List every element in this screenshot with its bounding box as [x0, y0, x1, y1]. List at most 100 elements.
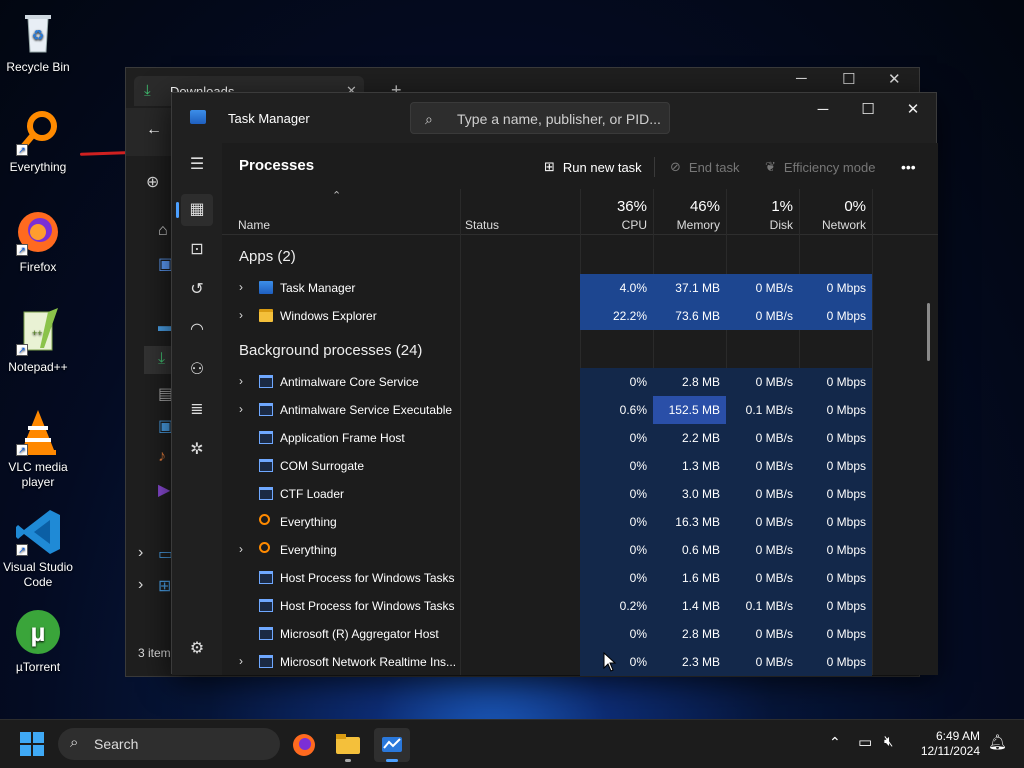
services-icon[interactable]: ✲: [181, 434, 213, 466]
desktop-icon-label: Notepad++: [8, 360, 68, 374]
downloads-folder-icon[interactable]: ⤓: [144, 346, 172, 374]
minimize-icon[interactable]: ─: [796, 70, 807, 87]
process-name: Antimalware Service Executable: [280, 403, 453, 417]
expand-chevron-icon[interactable]: ›: [239, 308, 243, 322]
back-icon[interactable]: ←: [146, 121, 162, 139]
process-row[interactable]: › Task Manager 4.0% 37.1 MB 0 MB/s 0 Mbps: [222, 274, 922, 302]
task-manager-window[interactable]: Task Manager ⌕ Type a name, publisher, o…: [171, 92, 938, 676]
expand-chevron-icon[interactable]: ›: [239, 374, 243, 388]
process-disk: 0 MB/s: [726, 452, 799, 480]
volume-icon[interactable]: 🔇︎: [884, 733, 893, 750]
process-row[interactable]: COM Surrogate 0% 1.3 MB 0 MB/s 0 Mbps: [222, 452, 922, 480]
process-disk: 0.1 MB/s: [726, 396, 799, 424]
desktop-icon-utorrent[interactable]: µ µTorrent: [0, 608, 76, 675]
taskbar-search[interactable]: ⌕ Search: [58, 728, 280, 760]
process-net: 0 Mbps: [799, 302, 872, 330]
clock[interactable]: 6:49 AM 12/11/2024: [910, 729, 980, 759]
end-task-label: End task: [688, 159, 740, 175]
task-manager-icon: [259, 281, 273, 294]
process-row[interactable]: › Everything 0% 0.6 MB 0 MB/s 0 Mbps: [222, 536, 922, 564]
process-row[interactable]: Application Frame Host 0% 2.2 MB 0 MB/s 0 Mb…: [222, 424, 922, 452]
start-button[interactable]: [20, 732, 44, 756]
network-icon[interactable]: ⊞: [158, 576, 171, 596]
expand-this-pc-icon[interactable]: ›: [138, 544, 143, 562]
cpu-column-label: CPU: [621, 218, 647, 232]
name-column-header[interactable]: Name: [222, 189, 460, 235]
end-task-button[interactable]: ⊘ End task: [670, 159, 740, 175]
everything-icon: ↗: [14, 108, 62, 156]
process-row[interactable]: Host Process for Windows Tasks 0.2% 1.4 MB…: [222, 592, 922, 620]
everything-icon: [259, 542, 270, 553]
process-name: Antimalware Core Service: [280, 375, 419, 389]
process-name: Host Process for Windows Tasks: [280, 571, 455, 585]
more-options-button[interactable]: •••: [901, 159, 916, 175]
minimize-button[interactable]: ─: [800, 95, 846, 125]
process-row[interactable]: › Antimalware Core Service 0% 2.8 MB 0 MB/s 0…: [222, 368, 922, 396]
taskbar-task-manager[interactable]: [374, 728, 410, 762]
taskbar-firefox[interactable]: [286, 728, 322, 762]
network-column-header[interactable]: 0% Network: [799, 189, 872, 235]
run-new-task-button[interactable]: ⊞ Run new task: [544, 159, 642, 175]
status-column-label: Status: [465, 218, 500, 232]
expand-network-icon[interactable]: ›: [138, 576, 143, 594]
process-row[interactable]: Everything 0% 16.3 MB 0 MB/s 0 Mbps: [222, 508, 922, 536]
maximize-icon[interactable]: ☐: [842, 70, 855, 88]
desktop-icon-firefox[interactable]: ↗ Firefox: [0, 208, 76, 275]
processes-icon[interactable]: ▦: [181, 194, 213, 226]
process-row[interactable]: Microsoft (R) Aggregator Host 0% 2.8 MB 0 M…: [222, 620, 922, 648]
expand-chevron-icon[interactable]: ›: [239, 402, 243, 416]
notifications-bell-icon[interactable]: 🔔︎: [988, 733, 1007, 751]
process-net: 0 Mbps: [799, 274, 872, 302]
desktop-icon-everything[interactable]: ↗ Everything: [0, 108, 76, 175]
music-folder-icon[interactable]: ♪: [158, 448, 166, 466]
process-cpu: 0.6%: [580, 396, 653, 424]
new-icon[interactable]: ⊕: [146, 172, 159, 192]
app-history-icon[interactable]: ↺: [181, 274, 213, 306]
search-input[interactable]: ⌕ Type a name, publisher, or PID...: [410, 102, 670, 134]
process-disk: 0 MB/s: [726, 274, 799, 302]
efficiency-mode-button[interactable]: ❦ Efficiency mode: [765, 159, 875, 175]
process-cpu: 0%: [580, 424, 653, 452]
taskbar-file-explorer[interactable]: [330, 728, 366, 762]
process-disk: 0 MB/s: [726, 368, 799, 396]
process-row[interactable]: CTF Loader 0% 3.0 MB 0 MB/s 0 Mbps: [222, 480, 922, 508]
expand-chevron-icon[interactable]: ›: [239, 542, 243, 556]
users-icon[interactable]: ⚇: [181, 354, 213, 386]
disk-column-header[interactable]: 1% Disk: [726, 189, 799, 235]
process-disk: 0 MB/s: [726, 508, 799, 536]
desktop-icon-recycle-bin[interactable]: ♻ Recycle Bin: [0, 8, 76, 75]
details-icon[interactable]: ≣: [181, 394, 213, 426]
close-icon[interactable]: ✕: [888, 70, 901, 88]
videos-folder-icon[interactable]: ▶: [158, 480, 170, 500]
process-window-icon: [259, 627, 273, 640]
desktop-icon-notepadpp[interactable]: ++ ↗ Notepad++: [0, 308, 76, 375]
home-icon[interactable]: ⌂: [158, 222, 168, 240]
status-column-header[interactable]: Status: [460, 189, 580, 235]
maximize-button[interactable]: ☐: [845, 95, 891, 125]
show-hidden-icons-chevron-icon[interactable]: ⌃: [829, 734, 841, 751]
process-net: 0 Mbps: [799, 564, 872, 592]
expand-chevron-icon[interactable]: ›: [239, 654, 243, 668]
process-row[interactable]: › Antimalware Service Executable 0.6% 152.5…: [222, 396, 922, 424]
desktop-icon-vlc[interactable]: ↗ VLC media player: [0, 408, 76, 490]
process-row[interactable]: › Microsoft Network Realtime Ins... 0% 2.3 …: [222, 648, 922, 676]
run-new-task-label: Run new task: [562, 159, 642, 175]
taskbar-search-label: Search: [94, 736, 139, 752]
scrollbar-thumb[interactable]: [927, 303, 930, 361]
startup-apps-icon[interactable]: ◠: [181, 314, 213, 346]
process-row[interactable]: Host Process for Windows Tasks 0% 1.6 MB 0 …: [222, 564, 922, 592]
close-button[interactable]: ✕: [890, 95, 936, 125]
cpu-column-header[interactable]: 36% CPU: [580, 189, 653, 235]
folder-icon: [259, 309, 273, 322]
display-icon[interactable]: ▭: [858, 733, 872, 751]
name-column-label: Name: [238, 218, 271, 232]
process-row[interactable]: › Windows Explorer 22.2% 73.6 MB 0 MB/s 0 Mbp…: [222, 302, 922, 330]
expand-chevron-icon[interactable]: ›: [239, 280, 243, 294]
process-name: Task Manager: [280, 281, 356, 295]
settings-icon[interactable]: ⚙: [181, 633, 213, 665]
memory-column-header[interactable]: 46% Memory: [653, 189, 726, 235]
memory-column-label: Memory: [676, 218, 720, 232]
desktop-icon-vscode[interactable]: ↗ Visual Studio Code: [0, 508, 76, 590]
performance-icon[interactable]: ⊡: [181, 234, 213, 266]
hamburger-menu-icon[interactable]: ☰: [181, 149, 213, 181]
